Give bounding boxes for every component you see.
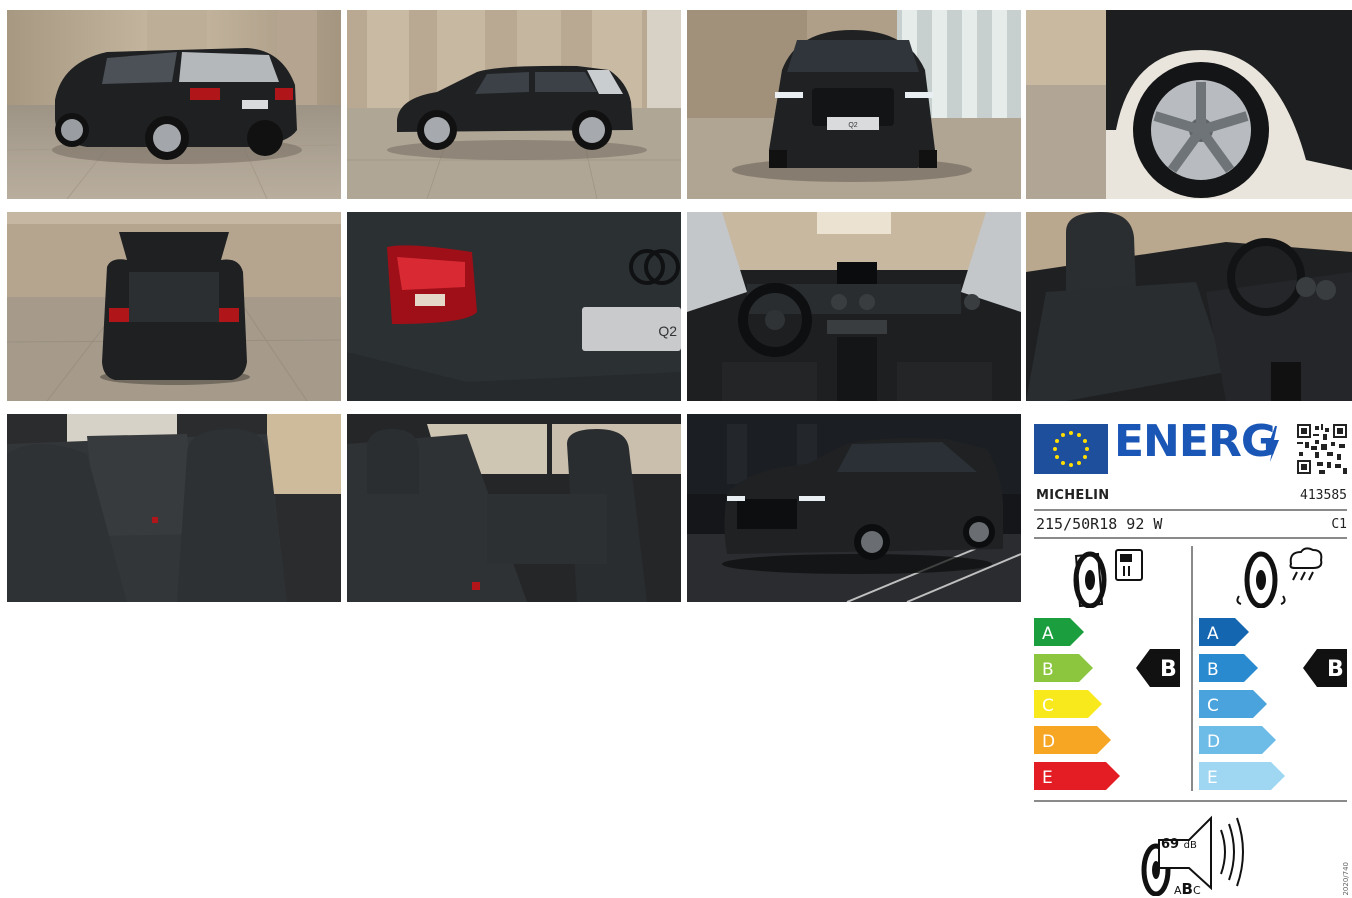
car-image bbox=[347, 414, 681, 602]
noise-level: 69 dB bbox=[1161, 837, 1197, 852]
regulation-number: 2020/740 bbox=[1342, 862, 1350, 896]
fuel-efficiency-rating-text: B bbox=[1160, 657, 1177, 682]
divider-vertical bbox=[1191, 546, 1193, 791]
exterior-rear-three-quarter-photo[interactable] bbox=[7, 10, 341, 199]
wet-grip-scale: AB BCDE bbox=[1199, 618, 1347, 790]
eu-tyre-energy-label[interactable]: ENERG MICHELIN 413585 215/50R18 92 W C1 bbox=[1026, 414, 1352, 898]
noise-class-c: C bbox=[1192, 884, 1201, 897]
exterior-side-profile-photo[interactable] bbox=[347, 10, 681, 199]
fuel-efficiency-scale: AB BCDE bbox=[1034, 618, 1180, 790]
noise-value: 69 bbox=[1161, 837, 1180, 852]
driver-seat-interior-photo[interactable] bbox=[1026, 212, 1352, 401]
fuel-efficiency-bar-label: D bbox=[1042, 732, 1055, 752]
tyre-size: 215/50R18 92 W bbox=[1036, 515, 1163, 533]
tyre-brand: MICHELIN bbox=[1036, 488, 1110, 503]
eu-flag-icon bbox=[1034, 424, 1108, 474]
qr-code-icon bbox=[1297, 424, 1347, 474]
noise-class: ABC bbox=[1174, 880, 1201, 898]
wheel-closeup-photo[interactable] bbox=[1026, 10, 1352, 199]
wet-grip-bar-label: C bbox=[1207, 696, 1219, 716]
night-exterior-photo[interactable] bbox=[687, 414, 1021, 602]
open-tailgate-photo[interactable] bbox=[7, 212, 341, 401]
fuel-efficiency-bar-label: B bbox=[1042, 660, 1054, 680]
car-image bbox=[7, 212, 341, 401]
fuel-efficiency-bar-label: C bbox=[1042, 696, 1054, 716]
wet-grip-bar-label: A bbox=[1207, 624, 1219, 644]
divider bbox=[1034, 509, 1347, 511]
car-image bbox=[687, 414, 1021, 602]
rear-cabin-side-photo[interactable] bbox=[347, 414, 681, 602]
energy-label-title: ENERG bbox=[1114, 416, 1277, 467]
noise-unit: dB bbox=[1183, 840, 1197, 851]
fuel-efficiency-bar-label: A bbox=[1042, 624, 1054, 644]
dashboard-interior-photo[interactable] bbox=[687, 212, 1021, 401]
car-image: Q2 bbox=[347, 212, 681, 401]
divider bbox=[1034, 800, 1347, 802]
plate-text: Q2 bbox=[848, 122, 857, 129]
car-image bbox=[687, 212, 1021, 401]
car-image bbox=[7, 10, 341, 199]
tyre-class: C1 bbox=[1331, 517, 1347, 532]
fuel-efficiency-icon bbox=[1073, 549, 1143, 608]
wet-grip-bar-label: D bbox=[1207, 732, 1220, 752]
car-image bbox=[1026, 212, 1352, 401]
car-image: Q2 bbox=[687, 10, 1021, 199]
noise-class-a: A bbox=[1174, 884, 1182, 897]
car-image bbox=[7, 414, 341, 602]
exterior-front-photo[interactable]: Q2 bbox=[687, 10, 1021, 199]
car-image bbox=[347, 10, 681, 199]
taillight-closeup-photo[interactable]: Q2 bbox=[347, 212, 681, 401]
wet-grip-bar-label: B bbox=[1207, 660, 1219, 680]
car-image bbox=[1026, 10, 1352, 199]
divider bbox=[1034, 537, 1347, 539]
badge-text: Q2 bbox=[658, 323, 677, 339]
fuel-efficiency-bar-label: E bbox=[1042, 768, 1053, 788]
lightning-bolt-icon bbox=[1268, 426, 1279, 462]
tyre-article-number: 413585 bbox=[1300, 488, 1347, 503]
wet-grip-rating-text: B bbox=[1327, 657, 1344, 682]
wet-grip-icon bbox=[1236, 547, 1323, 608]
noise-class-rating: B bbox=[1181, 880, 1193, 898]
wet-grip-bar-label: E bbox=[1207, 768, 1218, 788]
rear-seats-interior-photo[interactable] bbox=[7, 414, 341, 602]
